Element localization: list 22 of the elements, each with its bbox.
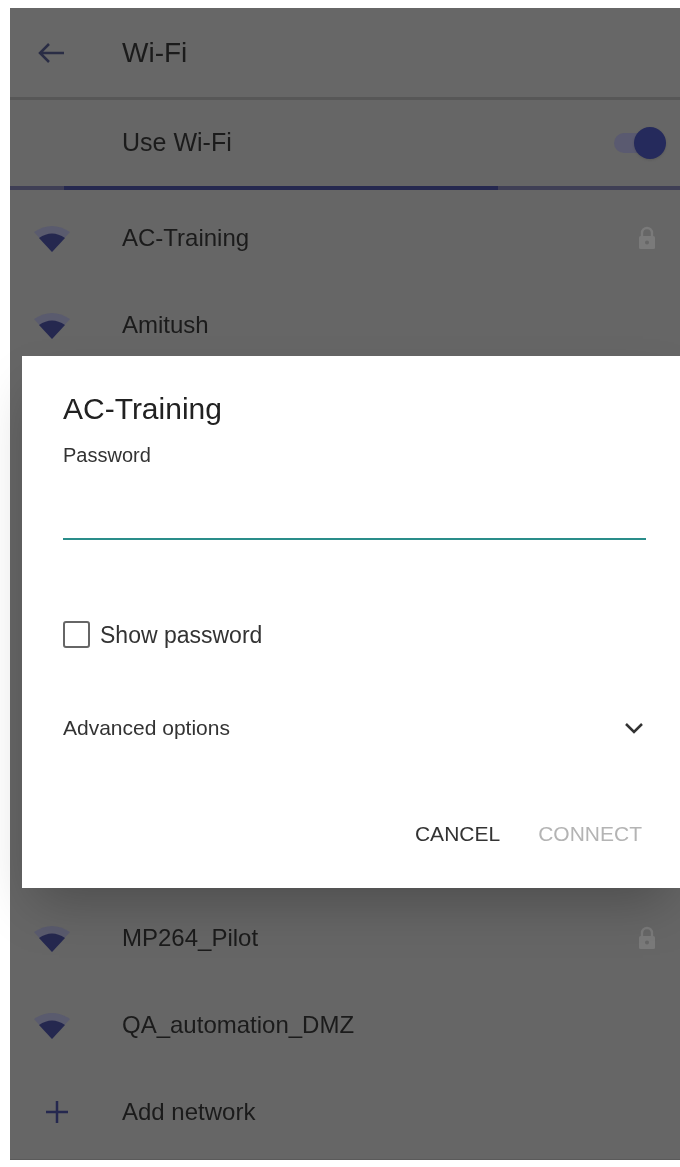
dialog-button[interactable]: CANCEL — [414, 817, 501, 849]
password-label: Password — [63, 442, 152, 468]
add-network-label: Add network — [122, 1096, 256, 1127]
add-network-row[interactable]: Add network — [10, 1068, 680, 1155]
advanced-options-row[interactable]: Advanced options — [63, 712, 646, 744]
network-name: QA_automation_DMZ — [122, 1009, 356, 1040]
back-arrow-icon — [36, 40, 66, 65]
network-name: AC-Training — [122, 222, 251, 253]
screen-title: Wi-Fi — [122, 35, 188, 70]
network-name: Amitush — [122, 309, 210, 340]
network-name: MP264_Pilot — [122, 922, 260, 953]
dialog-title: AC-Training — [63, 391, 223, 427]
network-row[interactable]: Amitush — [10, 281, 680, 368]
plus-icon — [44, 1098, 70, 1125]
use-wifi-row[interactable]: Use Wi-Fi — [10, 100, 680, 186]
network-row[interactable]: MP264_Pilot — [10, 894, 680, 981]
use-wifi-label: Use Wi-Fi — [122, 127, 233, 159]
network-row[interactable]: AC-Training — [10, 194, 680, 281]
show-password-checkbox[interactable] — [63, 621, 90, 649]
advanced-options-label: Advanced options — [63, 715, 230, 741]
network-row[interactable]: QA_automation_DMZ — [10, 981, 680, 1068]
show-password-label: Show password — [100, 620, 263, 650]
